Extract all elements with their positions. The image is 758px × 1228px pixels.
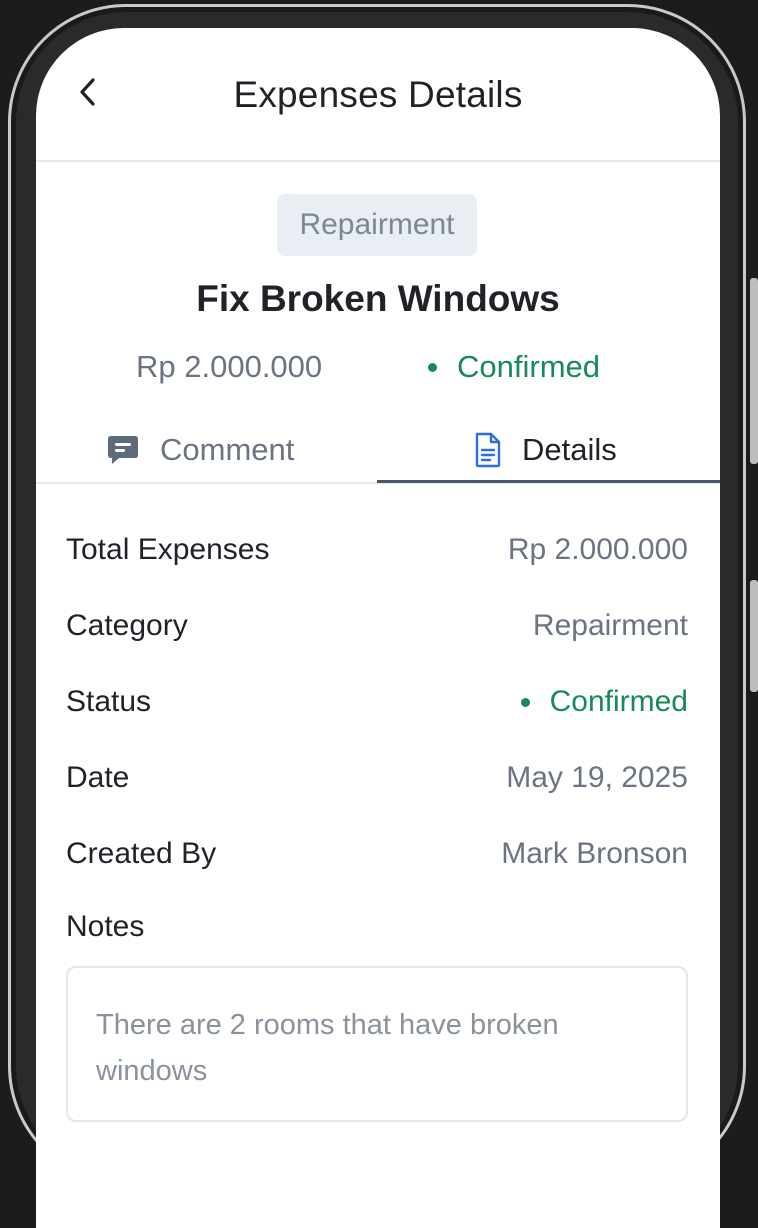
detail-label: Category xyxy=(66,609,188,642)
detail-row-total-expenses: Total Expenses Rp 2.000.000 xyxy=(66,530,688,570)
power-button xyxy=(750,580,758,692)
detail-label: Date xyxy=(66,761,130,794)
tab-comment[interactable]: Comment xyxy=(106,416,294,484)
top-bar: Expenses Details xyxy=(36,28,720,162)
notes-box: There are 2 rooms that have broken windo… xyxy=(66,966,688,1122)
status-dot xyxy=(428,362,437,372)
detail-label: Created By xyxy=(66,837,217,870)
volume-button xyxy=(750,278,758,464)
document-icon xyxy=(474,432,502,468)
detail-value: Confirmed xyxy=(520,685,688,719)
tab-comment-label: Comment xyxy=(160,432,295,467)
active-tab-indicator xyxy=(377,480,720,483)
detail-label: Total Expenses xyxy=(66,533,270,566)
tab-details[interactable]: Details xyxy=(474,416,617,484)
detail-row-created-by: Created By Mark Bronson xyxy=(66,834,688,874)
detail-row-status: Status Confirmed xyxy=(66,682,688,722)
detail-row-category: Category Repairment xyxy=(66,606,688,646)
comment-icon xyxy=(106,434,140,466)
status-text: Confirmed xyxy=(457,349,600,384)
tab-details-label: Details xyxy=(522,432,617,467)
detail-row-date: Date May 19, 2025 xyxy=(66,758,688,798)
detail-label: Status xyxy=(66,685,152,718)
detail-value: Repairment xyxy=(532,609,688,642)
detail-status-text: Confirmed xyxy=(549,685,688,718)
status-dot xyxy=(520,697,530,707)
detail-value: Mark Bronson xyxy=(501,837,688,870)
app-screen: Expenses Details Repairment Fix Broken W… xyxy=(36,28,720,1228)
status-badge: Confirmed xyxy=(428,349,600,385)
tab-bar: Comment Details xyxy=(36,416,720,484)
expense-title: Fix Broken Windows xyxy=(196,278,560,319)
expense-amount: Rp 2.000.000 xyxy=(136,349,323,384)
detail-value: May 19, 2025 xyxy=(506,761,688,794)
notes-label: Notes xyxy=(66,910,145,943)
category-badge: Repairment xyxy=(277,194,477,256)
page-title: Expenses Details xyxy=(233,74,523,115)
detail-value: Rp 2.000.000 xyxy=(507,533,688,566)
